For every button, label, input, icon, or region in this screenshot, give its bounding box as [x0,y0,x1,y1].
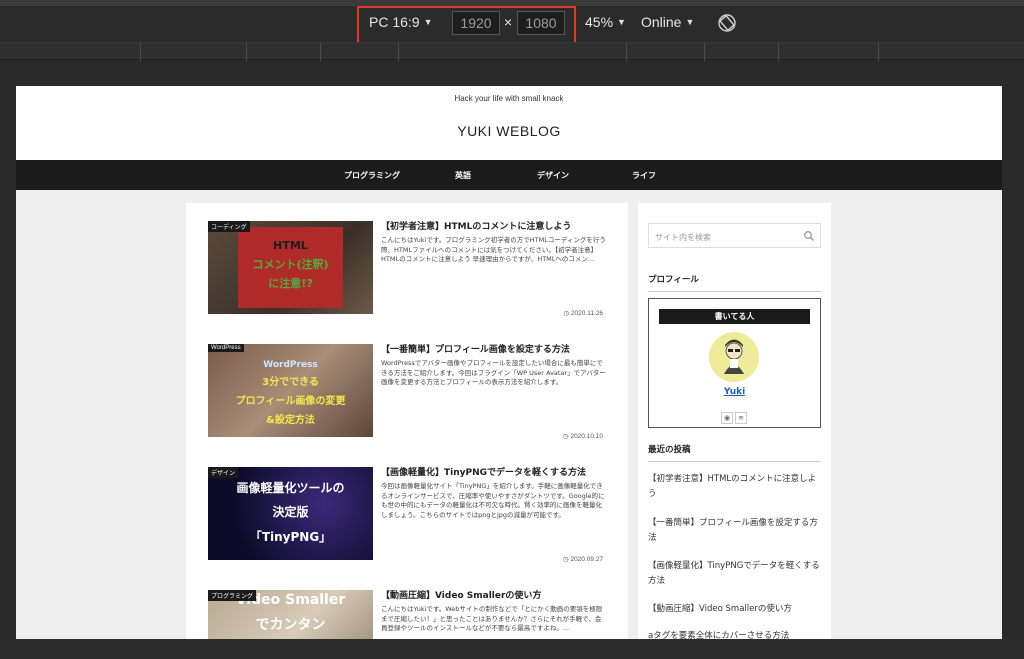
post-excerpt: こんにちはYukiです。Webサイトの制作などで「とにかく動画の要領を極限まで圧… [381,605,603,632]
thumbnail-text: でカンタン [255,617,326,633]
ruler-tick [320,43,321,61]
profile-name-link[interactable]: Yuki [649,387,820,397]
post-thumbnail[interactable]: WordPress 3分でできる プロフィール画像の変更 &設定方法 WordP… [208,344,373,437]
recent-post-link[interactable]: 【初学者注意】HTMLのコメントに注意しよう [648,472,821,502]
site-tagline: Hack your life with small knack [454,94,564,103]
recent-post-link[interactable]: 【動画圧縮】Video Smallerの使い方 [648,602,821,617]
profile-widget-title: プロフィール [648,273,821,292]
post-thumbnail[interactable]: HTML コメント(注釈) に注意!? コーディング [208,221,373,314]
caret-down-icon: ▼ [685,17,695,27]
dimension-separator: × [504,14,513,30]
thumbnail-text: プロフィール画像の変更 [235,396,346,407]
nav-item-english[interactable]: 英語 [455,170,471,181]
post-thumbnail[interactable]: Video Smaller でカンタン プログラミング [208,590,373,639]
devtools-bottom-bar [0,639,1024,659]
post-excerpt: 今回は画像軽量化サイト「TinyPNG」を紹介します。手軽に画像軽量化できるオン… [381,482,605,519]
category-badge: WordPress [208,344,244,352]
thumbnail-text: に注意!? [268,277,313,290]
post-card[interactable]: Video Smaller でカンタン プログラミング 【動画圧縮】Video … [208,590,606,639]
post-excerpt: WordPressでアバター画像やプロフィールを設定したい場合に最も簡単にできる… [381,359,606,386]
profile-card: 書いてる人 Yuki ◉ ≋ [648,298,821,428]
ruler-tick [704,43,705,61]
recent-posts-title: 最近の投稿 [648,443,821,462]
thumbnail-text: 「TinyPNG」 [249,530,332,544]
thumbnail-text: 決定版 [272,505,309,519]
devtools-toolbar: PC 16:9 ▼ 1920 × 1080 45% ▼ Online ▼ [0,0,1024,42]
width-input[interactable]: 1920 [452,11,500,35]
profile-heading: 書いてる人 [659,309,810,324]
search-input[interactable]: サイト内を検索 [655,232,711,243]
category-badge: プログラミング [208,590,257,601]
global-nav: プログラミング 英語 デザイン ライフ [16,160,1002,190]
thumbnail-text: 画像軽量化ツールの [236,481,345,495]
search-icon[interactable] [803,230,815,242]
thumbnail-text: HTML [273,239,308,252]
post-title[interactable]: 【動画圧縮】Video Smallerの使い方 [381,590,606,602]
site-header: Hack your life with small knack YUKI WEB… [16,86,1002,160]
ruler-tick [398,43,399,61]
main-content: HTML コメント(注釈) に注意!? コーディング 【初学者注意】HTMLのコ… [186,203,628,639]
recent-post-link[interactable]: 【画像軽量化】TinyPNGでデータを軽くする方法 [648,559,821,589]
zoom-label: 45% [585,14,614,30]
post-thumbnail[interactable]: 画像軽量化ツールの 決定版 「TinyPNG」 デザイン [208,467,373,560]
rotate-icon[interactable] [716,12,738,34]
post-date: ◷ 2020.10.10 [562,433,603,440]
device-label: PC 16:9 [369,14,420,30]
post-card[interactable]: HTML コメント(注釈) に注意!? コーディング 【初学者注意】HTMLのコ… [208,221,606,321]
ruler-tick [246,43,247,61]
nav-item-programming[interactable]: プログラミング [344,170,400,181]
post-title[interactable]: 【初学者注意】HTMLのコメントに注意しよう [381,221,606,233]
avatar-illustration-icon [724,339,744,374]
ruler-tick [778,43,779,61]
post-date-text: 2020.11.26 [570,310,603,317]
recent-post-link[interactable]: 【一番簡単】プロフィール画像を設定する方法 [648,516,821,546]
ruler-tick [140,43,141,61]
post-date-text: 2020.10.10 [570,433,603,440]
height-input[interactable]: 1080 [517,11,565,35]
post-card[interactable]: 画像軽量化ツールの 決定版 「TinyPNG」 デザイン 【画像軽量化】Tiny… [208,467,606,567]
category-badge: コーディング [208,221,250,232]
post-card[interactable]: WordPress 3分でできる プロフィール画像の変更 &設定方法 WordP… [208,344,606,444]
social-links: ◉ ≋ [721,405,749,424]
post-date-text: 2020.09.27 [570,556,603,563]
post-title[interactable]: 【画像軽量化】TinyPNGでデータを軽くする方法 [381,467,606,479]
network-label: Online [641,14,682,30]
caret-down-icon: ▼ [423,17,433,27]
emulated-viewport: Hack your life with small knack YUKI WEB… [16,86,1002,639]
ruler-tick [626,43,627,61]
zoom-select[interactable]: 45% ▼ [585,14,626,30]
thumbnail-text: 3分でできる [262,377,319,388]
post-date: ◷ 2020.11.26 [563,310,603,317]
recent-post-link[interactable]: aタグを要素全体にカバーさせる方法 [648,629,821,639]
feedly-icon[interactable]: ◉ [721,412,733,424]
caret-down-icon: ▼ [617,17,626,27]
site-search[interactable]: サイト内を検索 [648,223,821,248]
site-title[interactable]: YUKI WEBLOG [16,123,1002,139]
nav-item-life[interactable]: ライフ [632,170,656,181]
rss-icon[interactable]: ≋ [735,412,747,424]
avatar [709,332,759,382]
ruler-tick [878,43,879,61]
thumbnail-text: WordPress [263,360,318,370]
nav-item-design[interactable]: デザイン [537,170,569,181]
device-select[interactable]: PC 16:9 ▼ [369,14,433,30]
post-date: ◷ 2020.09.27 [562,556,603,563]
sidebar: サイト内を検索 プロフィール 書いてる人 Yuki ◉ ≋ 最近の投稿 【初学者… [638,203,831,639]
post-title[interactable]: 【一番簡単】プロフィール画像を設定する方法 [381,344,606,356]
thumbnail-text: コメント(注釈) [252,258,329,271]
thumbnail-text: &設定方法 [266,415,315,426]
category-badge: デザイン [208,467,239,478]
post-excerpt: こんにちはYukiです。プログラミング初学者の方でHTMLコーディングを行う際、… [381,236,606,263]
network-throttle-select[interactable]: Online ▼ [641,14,694,30]
toolbar-top-strip [0,0,1024,6]
media-query-ruler [0,42,1024,61]
